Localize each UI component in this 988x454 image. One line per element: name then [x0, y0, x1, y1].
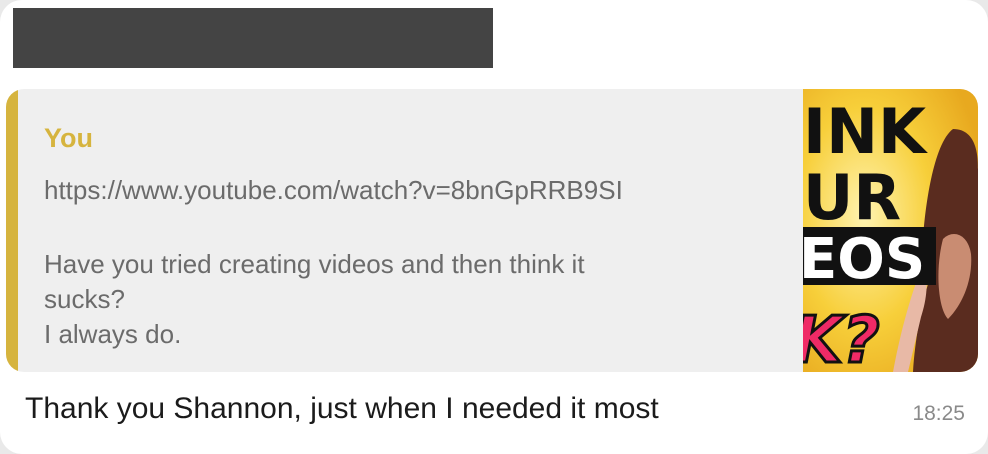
video-thumbnail[interactable]: INK UR EOS K?: [803, 89, 978, 372]
quote-line: I always do.: [44, 319, 182, 349]
thumb-text-4: K?: [803, 304, 880, 372]
quote-line: Have you tried creating videos and then …: [44, 249, 585, 279]
message-bubble[interactable]: You https://www.youtube.com/watch?v=8bnG…: [0, 0, 988, 454]
thumb-text-2: UR: [803, 161, 901, 234]
quote-link[interactable]: https://www.youtube.com/watch?v=8bnGpRRB…: [44, 175, 623, 206]
quote-accent-bar: [6, 89, 18, 372]
thumb-text-1: INK: [803, 95, 928, 168]
quoted-message[interactable]: You https://www.youtube.com/watch?v=8bnG…: [6, 89, 978, 372]
redacted-sender-name: [13, 8, 493, 68]
quote-line: sucks?: [44, 284, 125, 314]
quote-author: You: [44, 123, 93, 153]
thumb-text-3: EOS: [803, 227, 925, 292]
thumbnail-image: INK UR EOS K?: [803, 89, 978, 372]
message-timestamp: 18:25: [912, 402, 965, 425]
quote-text: Have you tried creating videos and then …: [44, 247, 744, 352]
message-text: Thank you Shannon, just when I needed it…: [25, 392, 659, 425]
